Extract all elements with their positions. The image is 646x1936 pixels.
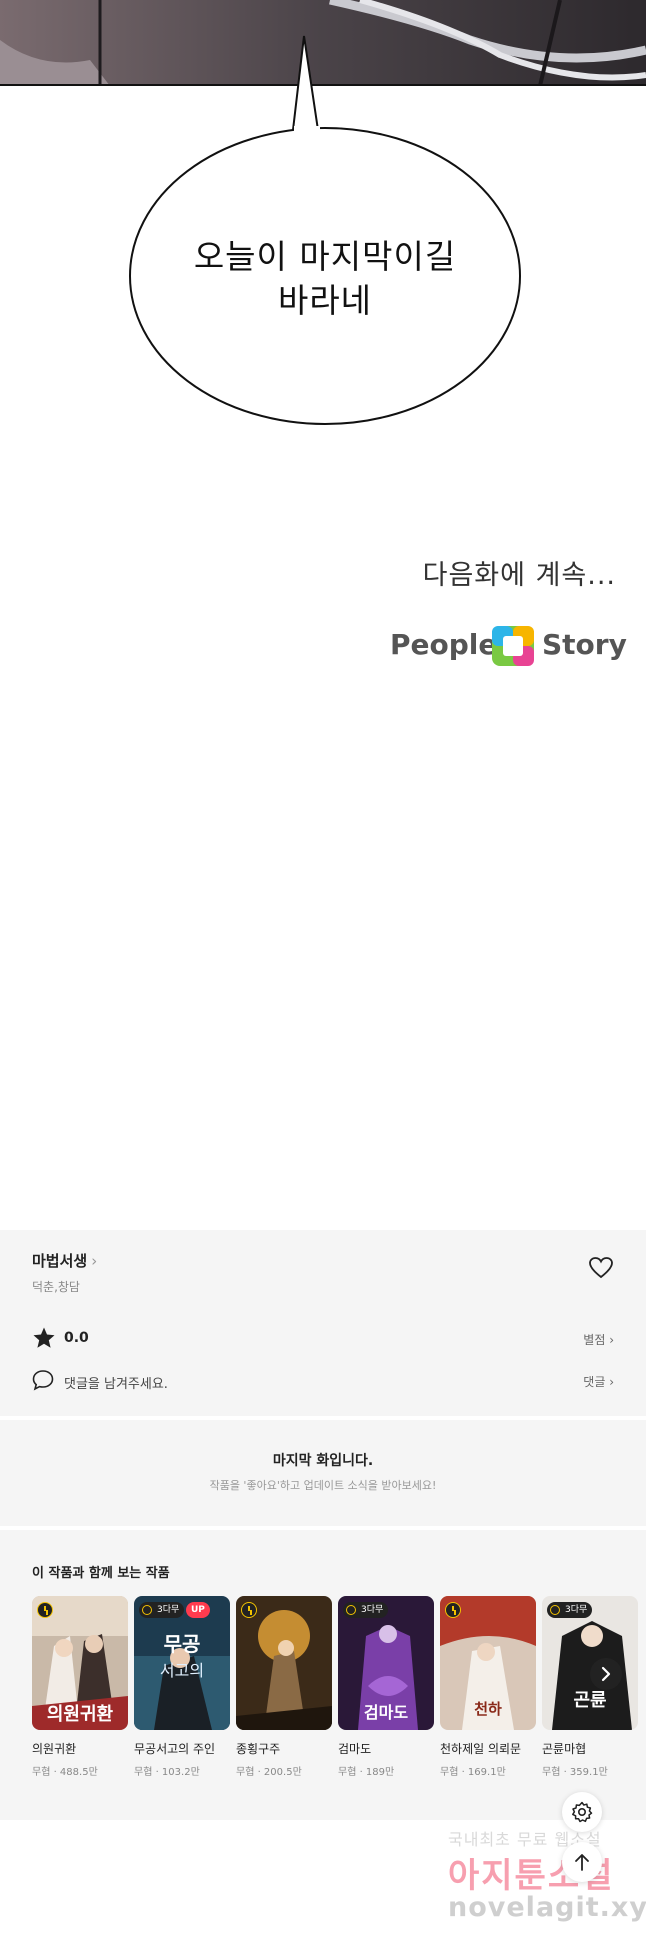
arrow-up-icon bbox=[575, 1854, 589, 1871]
logo-word-right: Story bbox=[542, 628, 627, 661]
comic-panel: 오늘이 마지막이길 바라네 다음화에 계속... People Story bbox=[0, 0, 646, 1230]
comment-input[interactable]: 댓글을 남겨주세요. bbox=[64, 1373, 168, 1392]
card-title: 천하제일 의뢰문 bbox=[440, 1742, 522, 1756]
card-meta: 무협 · 200.5만 bbox=[236, 1767, 302, 1778]
card-title: 종횡구주 bbox=[236, 1742, 281, 1756]
chevron-right-icon bbox=[601, 1666, 611, 1682]
clock-icon bbox=[445, 1602, 461, 1618]
recommendation-card[interactable]: 검마도 3다무 검마도 무협 · 189만 bbox=[338, 1596, 434, 1778]
speech-line-1: 오늘이 마지막이길 bbox=[193, 237, 457, 276]
card-meta: 무협 · 189만 bbox=[338, 1767, 395, 1778]
publisher-logo: People Story bbox=[390, 620, 627, 672]
rate-link[interactable]: 별점 › bbox=[583, 1331, 614, 1348]
last-episode-subtitle: 작품을 '좋아요'하고 업데이트 소식을 받아보세요! bbox=[209, 1479, 437, 1492]
svg-text:서고의: 서고의 bbox=[160, 1661, 204, 1680]
cover-image: 곤륜 3다무 bbox=[542, 1596, 638, 1730]
recommendation-card[interactable]: 무공 서고의 3다무 UP 무공서고의 주인 무협 · 103.2만 bbox=[134, 1596, 230, 1778]
recommendation-card[interactable]: 종횡구주 무협 · 200.5만 bbox=[236, 1596, 332, 1778]
comment-row: 댓글을 남겨주세요. 댓글 › bbox=[32, 1368, 614, 1394]
cover-image: 무공 서고의 3다무 UP bbox=[134, 1596, 230, 1730]
last-episode-title: 마지막 화입니다. bbox=[272, 1453, 374, 1469]
speech-text: 오늘이 마지막이길 바라네 bbox=[130, 235, 520, 323]
up-badge: UP bbox=[186, 1602, 210, 1618]
card-title: 무공서고의 주인 bbox=[134, 1742, 216, 1756]
logo-word-left: People bbox=[390, 628, 498, 661]
gear-icon bbox=[572, 1801, 593, 1823]
svg-text:곤륜: 곤륜 bbox=[573, 1690, 606, 1711]
card-meta: 무협 · 359.1만 bbox=[542, 1767, 608, 1778]
cover-image: 의원귀환 bbox=[32, 1596, 128, 1730]
rating-row: 0.0 별점 › bbox=[32, 1326, 614, 1352]
card-meta: 무협 · 488.5만 bbox=[32, 1767, 98, 1778]
series-title: 마법서생 bbox=[32, 1252, 88, 1270]
heart-icon[interactable] bbox=[588, 1256, 614, 1280]
recommendations-heading: 이 작품과 함께 보는 작품 bbox=[32, 1566, 170, 1581]
recommendation-card[interactable]: 천하 천하제일 의뢰문 무협 · 169.1만 bbox=[440, 1596, 536, 1778]
speech-line-2: 바라네 bbox=[277, 281, 373, 320]
clock-icon bbox=[241, 1602, 257, 1618]
svg-text:검마도: 검마도 bbox=[364, 1703, 408, 1722]
scroll-to-top-button[interactable] bbox=[562, 1842, 602, 1882]
recommendations-section: 이 작품과 함께 보는 작품 의원귀환 의원귀환 무협 · 488.5만 무공 … bbox=[0, 1530, 646, 1820]
card-title: 검마도 bbox=[338, 1742, 372, 1756]
to-be-continued-text: 다음화에 계속... bbox=[422, 560, 616, 591]
free-badge: 3다무 bbox=[343, 1602, 389, 1618]
card-meta: 무협 · 103.2만 bbox=[134, 1767, 200, 1778]
free-badge: 3다무 bbox=[547, 1602, 593, 1618]
cover-image bbox=[236, 1596, 332, 1730]
recommendation-card[interactable]: 곤륜 3다무 곤륜마협 무협 · 359.1만 bbox=[542, 1596, 638, 1778]
cover-image: 천하 bbox=[440, 1596, 536, 1730]
clock-icon bbox=[37, 1602, 53, 1618]
carousel-next-button[interactable] bbox=[590, 1658, 622, 1690]
series-authors: 덕춘,창담 bbox=[32, 1280, 80, 1294]
comments-link[interactable]: 댓글 › bbox=[583, 1373, 614, 1390]
free-badge: 3다무 bbox=[139, 1602, 185, 1618]
star-icon bbox=[33, 1327, 55, 1348]
card-title: 곤륜마협 bbox=[542, 1742, 587, 1756]
rating-value: 0.0 bbox=[64, 1330, 89, 1346]
comment-bubble-icon bbox=[32, 1370, 54, 1391]
svg-text:의원귀환: 의원귀환 bbox=[47, 1703, 114, 1725]
speech-bubble bbox=[129, 35, 521, 425]
watermark-line-3: novelagit.xyz bbox=[448, 1892, 646, 1923]
card-meta: 무협 · 169.1만 bbox=[440, 1767, 506, 1778]
recommendation-card[interactable]: 의원귀환 의원귀환 무협 · 488.5만 bbox=[32, 1596, 128, 1778]
last-episode-notice: 마지막 화입니다. 작품을 '좋아요'하고 업데이트 소식을 받아보세요! bbox=[0, 1420, 646, 1526]
logo-mark-icon bbox=[492, 626, 534, 666]
svg-text:무공: 무공 bbox=[164, 1632, 201, 1656]
chevron-right-icon: › bbox=[91, 1252, 98, 1270]
series-info-panel: 마법서생 › 덕춘,창담 0.0 별점 › 댓글을 남겨주세요. 댓글 › bbox=[0, 1230, 646, 1416]
svg-text:천하: 천하 bbox=[474, 1700, 502, 1718]
card-title: 의원귀환 bbox=[32, 1742, 77, 1756]
settings-button[interactable] bbox=[562, 1792, 602, 1832]
cover-image: 검마도 3다무 bbox=[338, 1596, 434, 1730]
series-title-link[interactable]: 마법서생 › bbox=[32, 1250, 97, 1271]
